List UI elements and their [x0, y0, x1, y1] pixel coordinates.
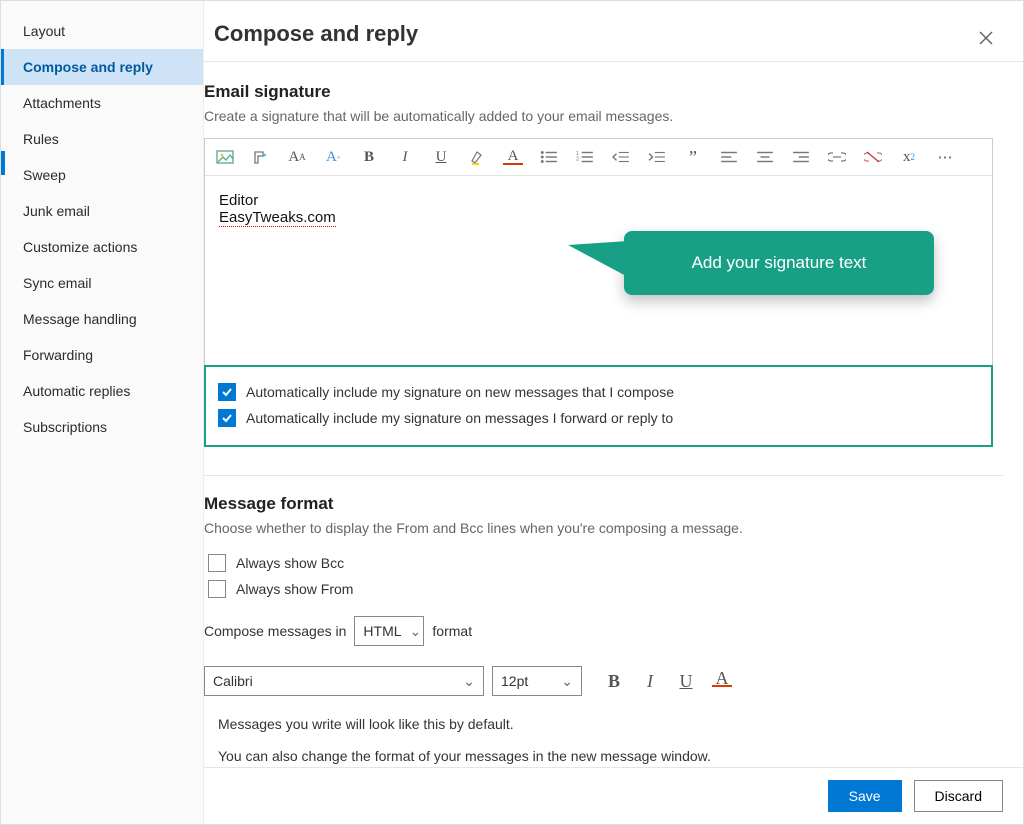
page-title: Compose and reply — [214, 21, 418, 47]
highlight-icon[interactable] — [467, 147, 487, 167]
show-from-label: Always show From — [236, 581, 353, 597]
underline-icon[interactable]: U — [676, 671, 696, 691]
font-color-icon[interactable]: A — [712, 671, 732, 687]
sidebar-item-rules[interactable]: Rules — [1, 121, 203, 157]
annotation-text: Add your signature text — [692, 253, 867, 272]
increase-indent-icon[interactable] — [647, 147, 667, 167]
bold-icon[interactable]: B — [359, 147, 379, 167]
main-header: Compose and reply — [204, 1, 1023, 61]
sidebar-item-attachments[interactable]: Attachments — [1, 85, 203, 121]
save-button[interactable]: Save — [828, 780, 902, 812]
svg-text:2: 2 — [576, 156, 579, 162]
quote-icon[interactable]: ” — [683, 147, 703, 167]
sidebar-item-automatic-replies[interactable]: Automatic replies — [1, 373, 203, 409]
sidebar-item-layout[interactable]: Layout — [1, 13, 203, 49]
sidebar-item-sweep[interactable]: Sweep — [1, 157, 203, 193]
show-bcc-row: Always show Bcc — [204, 550, 993, 576]
show-from-checkbox[interactable] — [208, 580, 226, 598]
font-family-select[interactable]: Calibri ⌄ — [204, 666, 484, 696]
italic-icon[interactable]: I — [395, 147, 415, 167]
font-size-value: 12pt — [501, 673, 528, 689]
align-center-icon[interactable] — [755, 147, 775, 167]
preview-line-2: You can also change the format of your m… — [218, 748, 983, 764]
settings-sidebar: Layout Compose and reply Attachments Rul… — [1, 1, 204, 824]
show-from-row: Always show From — [204, 576, 993, 602]
include-on-reply-checkbox[interactable] — [218, 409, 236, 427]
settings-window: Layout Compose and reply Attachments Rul… — [0, 0, 1024, 825]
font-family-value: Calibri — [213, 673, 253, 689]
align-left-icon[interactable] — [719, 147, 739, 167]
font-row: Calibri ⌄ 12pt ⌄ B I U A — [204, 666, 993, 696]
show-bcc-checkbox[interactable] — [208, 554, 226, 572]
annotation-callout: Add your signature text — [624, 231, 934, 295]
compose-prefix-label: Compose messages in — [204, 623, 346, 639]
sidebar-item-subscriptions[interactable]: Subscriptions — [1, 409, 203, 445]
include-on-reply-row: Automatically include my signature on me… — [214, 405, 983, 431]
chevron-down-icon: ⌄ — [561, 673, 573, 690]
align-right-icon[interactable] — [791, 147, 811, 167]
message-format-desc: Choose whether to display the From and B… — [204, 520, 993, 536]
include-on-reply-label: Automatically include my signature on me… — [246, 410, 673, 426]
close-button[interactable] — [973, 25, 999, 54]
preview-line-1: Messages you write will look like this b… — [218, 716, 983, 732]
font-color-icon[interactable]: A — [503, 149, 523, 165]
sidebar-item-forwarding[interactable]: Forwarding — [1, 337, 203, 373]
link-icon[interactable] — [827, 147, 847, 167]
compose-suffix-label: format — [432, 623, 472, 639]
compose-format-row: Compose messages in HTML ⌄ format — [204, 616, 993, 646]
message-format-section: Message format Choose whether to display… — [204, 494, 993, 767]
bulleted-list-icon[interactable] — [539, 147, 559, 167]
signature-line-1: Editor — [219, 192, 978, 209]
signature-line-2: EasyTweaks.com — [219, 209, 336, 227]
footer-bar: Save Discard — [204, 767, 1023, 824]
show-bcc-label: Always show Bcc — [236, 555, 344, 571]
sidebar-item-sync-email[interactable]: Sync email — [1, 265, 203, 301]
format-painter-icon[interactable] — [251, 147, 271, 167]
chevron-down-icon: ⌄ — [410, 623, 422, 640]
section-divider — [204, 475, 1003, 476]
message-format-heading: Message format — [204, 494, 993, 514]
sidebar-item-compose-and-reply[interactable]: Compose and reply — [1, 49, 203, 85]
discard-button[interactable]: Discard — [914, 780, 1003, 812]
compose-format-select[interactable]: HTML ⌄ — [354, 616, 424, 646]
compose-format-value: HTML — [363, 623, 401, 639]
more-icon[interactable]: ⋯ — [935, 147, 955, 167]
sidebar-item-customize-actions[interactable]: Customize actions — [1, 229, 203, 265]
content-scroll[interactable]: Email signature Create a signature that … — [204, 62, 1023, 767]
underline-icon[interactable]: U — [431, 147, 451, 167]
include-on-new-row: Automatically include my signature on ne… — [214, 379, 983, 405]
font-size-select[interactable]: 12pt ⌄ — [492, 666, 582, 696]
insert-image-icon[interactable] — [215, 147, 235, 167]
superscript-icon[interactable]: x2 — [899, 147, 919, 167]
signature-options-highlight: Automatically include my signature on ne… — [204, 365, 993, 447]
signature-toolbar: AA A◦ B I U A 12 ” — [205, 139, 992, 176]
unlink-icon[interactable] — [863, 147, 883, 167]
numbered-list-icon[interactable]: 12 — [575, 147, 595, 167]
bold-icon[interactable]: B — [604, 671, 624, 691]
format-mini-toolbar: B I U A — [604, 671, 732, 691]
font-size-decrease-icon[interactable]: AA — [287, 147, 307, 167]
format-preview: Messages you write will look like this b… — [204, 696, 993, 767]
sidebar-item-junk-email[interactable]: Junk email — [1, 193, 203, 229]
italic-icon[interactable]: I — [640, 671, 660, 691]
include-on-new-label: Automatically include my signature on ne… — [246, 384, 674, 400]
include-on-new-checkbox[interactable] — [218, 383, 236, 401]
chevron-down-icon: ⌄ — [463, 673, 475, 690]
font-size-increase-icon[interactable]: A◦ — [323, 147, 343, 167]
decrease-indent-icon[interactable] — [611, 147, 631, 167]
sidebar-item-message-handling[interactable]: Message handling — [1, 301, 203, 337]
email-signature-desc: Create a signature that will be automati… — [204, 108, 993, 124]
email-signature-heading: Email signature — [204, 82, 993, 102]
main-panel: Compose and reply Email signature Create… — [204, 1, 1023, 824]
